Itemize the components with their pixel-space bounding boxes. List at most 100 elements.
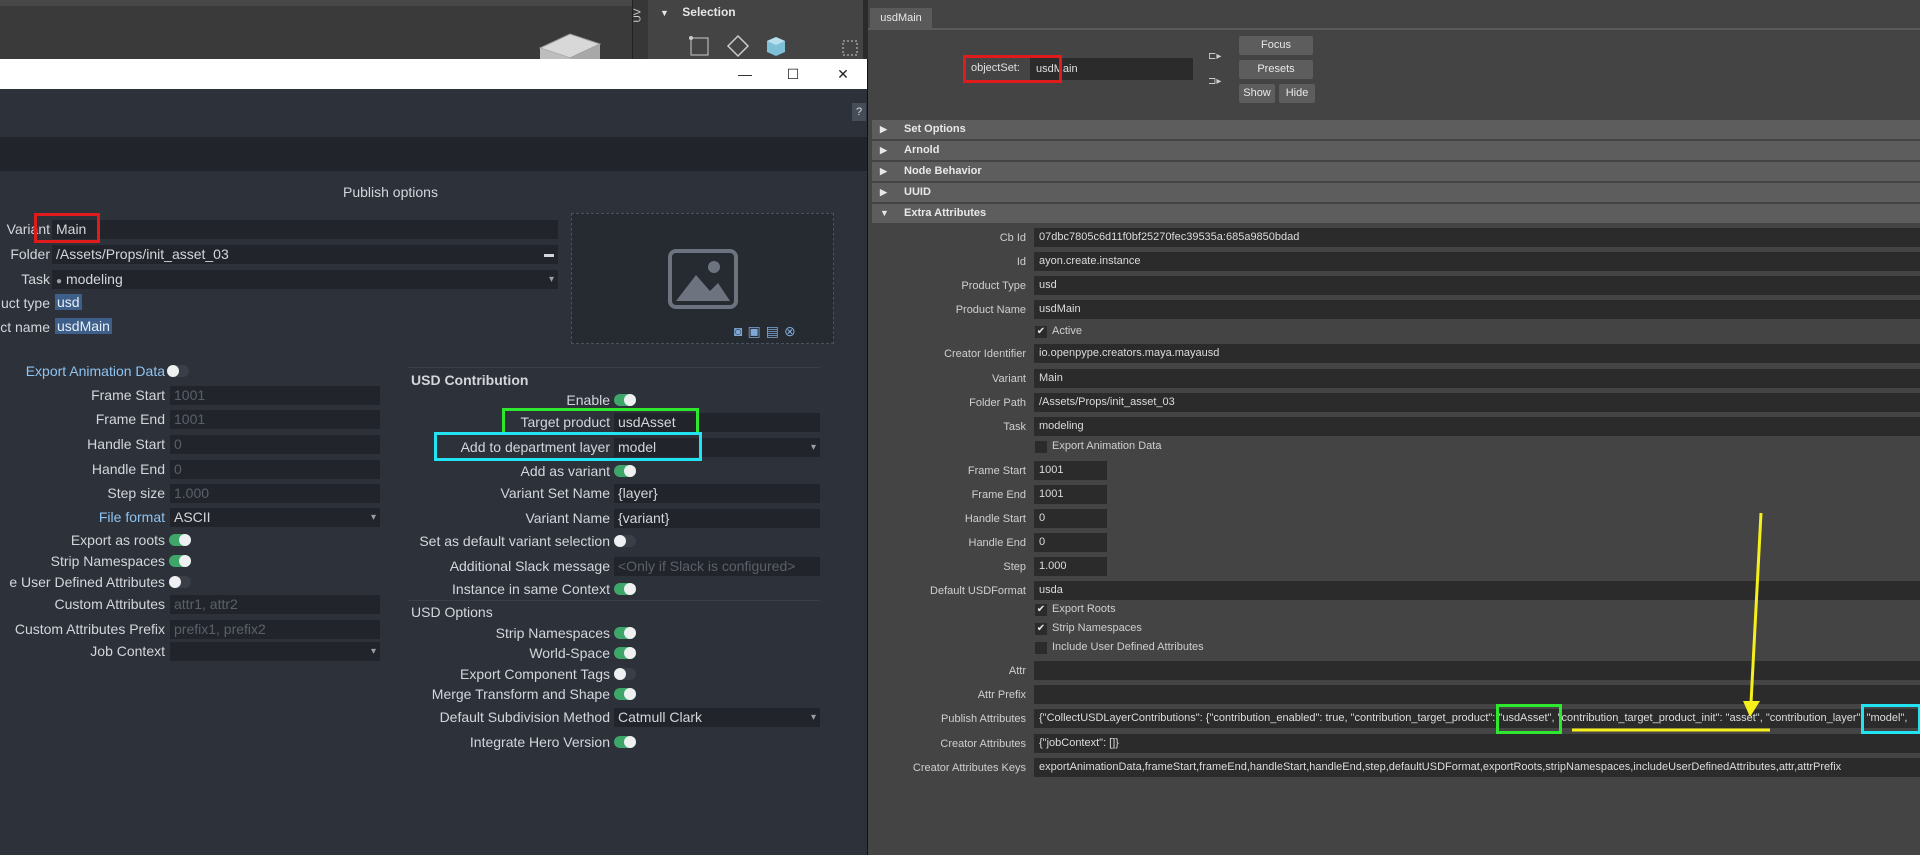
clear-icon[interactable]: ⊗ <box>784 323 801 339</box>
custom-attributes-input[interactable]: attr1, attr2 <box>170 595 380 614</box>
paste-icon[interactable]: ▣ <box>747 323 765 339</box>
step-size-input[interactable]: 1.000 <box>170 484 380 503</box>
focus-button[interactable]: Focus <box>1239 36 1313 55</box>
product-type-value: usd <box>55 294 82 310</box>
creator-attributes-field[interactable]: {"jobContext": []} <box>1034 734 1920 753</box>
default-variant-toggle[interactable] <box>614 535 636 547</box>
file-format-combobox[interactable]: ASCII <box>170 508 380 527</box>
job-context-combobox[interactable] <box>170 642 380 661</box>
strip-namespaces-checkbox[interactable]: ✔ <box>1035 623 1047 635</box>
attr-prefix-field[interactable] <box>1034 685 1920 704</box>
camera-icon[interactable]: ◙ <box>734 323 747 339</box>
active-checkbox[interactable]: ✔ <box>1035 326 1047 338</box>
attr-field[interactable] <box>1034 661 1920 680</box>
variant-input[interactable]: Main <box>52 220 558 239</box>
attr-label: Attr <box>1008 665 1026 677</box>
integrate-hero-toggle[interactable] <box>614 736 636 748</box>
handle-start-input[interactable]: 0 <box>170 435 380 454</box>
arnold-section[interactable]: ▶ Arnold <box>872 141 1920 160</box>
task-field[interactable]: modeling <box>1034 417 1920 436</box>
select-edge-icon[interactable] <box>726 34 750 58</box>
variant-name-input[interactable]: {variant} <box>614 509 820 528</box>
folder-browse-icon[interactable]: ▬ <box>544 245 554 264</box>
default-usdformat-field[interactable]: usda <box>1034 581 1920 600</box>
slack-message-label: Additional Slack message <box>449 558 610 574</box>
same-context-toggle[interactable] <box>614 583 636 595</box>
presets-button[interactable]: Presets <box>1239 60 1313 79</box>
folder-label: Folder <box>10 246 50 262</box>
world-space-toggle[interactable] <box>614 647 636 659</box>
creator-attributes-keys-field[interactable]: exportAnimationData,frameStart,frameEnd,… <box>1034 758 1920 777</box>
usd-strip-namespaces-toggle[interactable] <box>614 627 636 639</box>
variant-field[interactable]: Main <box>1034 369 1920 388</box>
export-animation-toggle[interactable] <box>167 365 189 377</box>
selection-section-header[interactable]: ▼ Selection <box>660 5 736 19</box>
slack-message-input[interactable]: <Only if Slack is configured> <box>614 557 820 576</box>
select-object-icon[interactable] <box>764 34 788 58</box>
viewport-toolbar[interactable] <box>0 0 632 6</box>
view-cube[interactable] <box>535 30 605 60</box>
frame-start-attr-label: Frame Start <box>967 465 1026 477</box>
id-field[interactable]: ayon.create.instance <box>1034 252 1920 271</box>
frame-end-input[interactable]: 1001 <box>170 410 380 429</box>
contribution-enable-label: Enable <box>566 392 610 408</box>
close-button[interactable]: ✕ <box>828 63 858 85</box>
input-connections-icon[interactable]: ⊏▸ <box>1208 51 1224 63</box>
uv-toolkit-tab[interactable]: UV <box>632 0 649 60</box>
variant-name-label: Variant Name <box>525 510 610 526</box>
merge-transform-toggle[interactable] <box>614 688 636 700</box>
browse-icon[interactable]: ▤ <box>766 323 784 339</box>
attribute-editor-tab[interactable]: usdMain <box>870 8 932 28</box>
set-options-section[interactable]: ▶ Set Options <box>872 120 1920 139</box>
export-as-roots-label: Export as roots <box>70 532 165 548</box>
node-behavior-section[interactable]: ▶ Node Behavior <box>872 162 1920 181</box>
export-component-tags-toggle[interactable] <box>614 668 636 680</box>
frame-start-input[interactable]: 1001 <box>170 386 380 405</box>
handle-end-input[interactable]: 0 <box>170 460 380 479</box>
variant-set-name-input[interactable]: {layer} <box>614 484 820 503</box>
step-field[interactable]: 1.000 <box>1034 557 1107 576</box>
contribution-enable-toggle[interactable] <box>614 394 636 406</box>
custom-attributes-prefix-input[interactable]: prefix1, prefix2 <box>170 620 380 639</box>
uuid-section[interactable]: ▶ UUID <box>872 183 1920 202</box>
export-component-tags-label: Export Component Tags <box>460 666 610 682</box>
product-type-label: uct type <box>0 295 50 311</box>
show-button[interactable]: Show <box>1239 84 1275 103</box>
add-as-variant-toggle[interactable] <box>614 465 636 477</box>
include-user-defined-toggle[interactable] <box>169 576 191 588</box>
export-as-roots-toggle[interactable] <box>169 534 191 546</box>
folder-path-field[interactable]: /Assets/Props/init_asset_03 <box>1034 393 1920 412</box>
product-name-field[interactable]: usdMain <box>1034 300 1920 319</box>
objectset-input[interactable]: usdMain <box>1030 58 1193 80</box>
export-animation-checkbox[interactable] <box>1035 441 1047 453</box>
task-combobox[interactable]: ● modeling <box>52 270 558 289</box>
handle-end-field[interactable]: 0 <box>1034 533 1107 552</box>
target-product-input[interactable]: usdAsset <box>614 413 820 432</box>
publish-attributes-field[interactable]: {"CollectUSDLayerContributions": {"contr… <box>1034 709 1920 728</box>
maximize-button[interactable]: ☐ <box>778 63 808 85</box>
department-layer-combobox[interactable]: model <box>614 438 820 457</box>
frame-start-field[interactable]: 1001 <box>1034 461 1107 480</box>
thumbnail-actions[interactable]: ◙▣▤⊗ <box>734 323 801 340</box>
export-animation-attr-label: Export Animation Data <box>1052 440 1162 452</box>
add-as-variant-label: Add as variant <box>520 463 611 479</box>
help-button[interactable]: ? <box>852 103 866 121</box>
handle-start-field[interactable]: 0 <box>1034 509 1107 528</box>
cb-id-field[interactable]: 07dbc7805c6d11f0bf25270fec39535a:685a985… <box>1034 228 1920 247</box>
export-roots-checkbox[interactable]: ✔ <box>1035 604 1047 616</box>
include-user-defined-checkbox[interactable] <box>1035 642 1047 654</box>
subdivision-method-combobox[interactable]: Catmull Clark <box>614 708 820 727</box>
expand-triangle-icon: ▶ <box>880 145 887 155</box>
extra-attributes-section[interactable]: ▼ Extra Attributes <box>872 204 1920 223</box>
creator-identifier-field[interactable]: io.openpype.creators.maya.mayausd <box>1034 344 1920 363</box>
select-vertex-icon[interactable] <box>688 34 712 58</box>
strip-namespaces-toggle[interactable] <box>169 555 191 567</box>
custom-attributes-prefix-label: Custom Attributes Prefix <box>14 621 165 637</box>
hide-button[interactable]: Hide <box>1279 84 1315 103</box>
minimize-button[interactable]: — <box>730 63 760 85</box>
frame-end-field[interactable]: 1001 <box>1034 485 1107 504</box>
product-type-field[interactable]: usd <box>1034 276 1920 295</box>
output-connections-icon[interactable]: ⊐▸ <box>1208 76 1224 88</box>
folder-input[interactable]: /Assets/Props/init_asset_03 ▬ <box>52 245 558 264</box>
select-uv-icon[interactable] <box>842 40 858 56</box>
